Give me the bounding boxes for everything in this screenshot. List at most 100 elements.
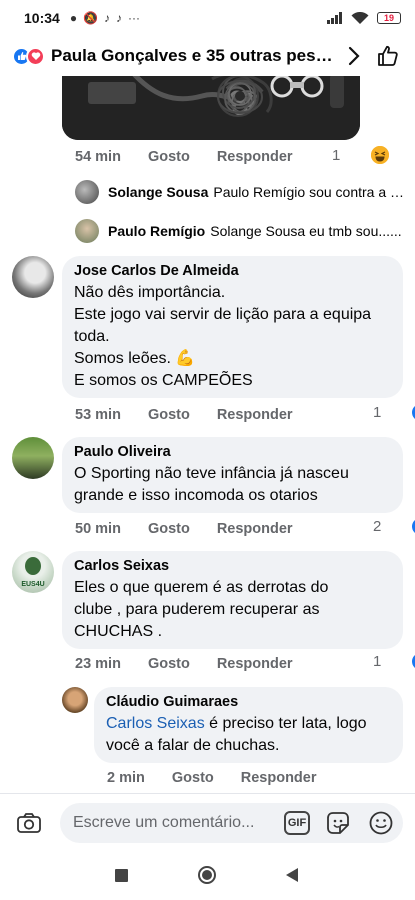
comment-line: Este jogo vai servir de lição para a equ… xyxy=(74,306,372,323)
sticker-icon[interactable] xyxy=(325,810,351,836)
mention-link[interactable]: Carlos Seixas xyxy=(106,715,205,732)
comment-bubble[interactable]: Paulo Oliveira O Sporting não teve infân… xyxy=(62,437,403,513)
comment-time: 54 min xyxy=(75,149,121,165)
signal-icon xyxy=(327,12,342,24)
comment-line: clube , para puderem recuperar as xyxy=(74,601,320,618)
notification-icons: ● 🔕 ♪ ♪ ··· xyxy=(70,11,140,25)
back-icon[interactable] xyxy=(285,867,299,883)
comment-text: Não dês importância. Este jogo vai servi… xyxy=(74,282,391,392)
reactions-header[interactable]: Paula Gonçalves e 35 outras pesso... xyxy=(0,36,415,76)
comment-author[interactable]: Jose Carlos De Almeida xyxy=(74,263,391,279)
top-comment-actions: 54 min Gosto Responder 1 xyxy=(75,146,390,168)
comment-author[interactable]: Paulo Oliveira xyxy=(74,444,391,460)
comment-line: toda. xyxy=(74,328,110,345)
comment-composer: GIF xyxy=(0,800,415,846)
collapsed-reply[interactable]: Solange Sousa Paulo Remígio sou contra a… xyxy=(75,180,405,204)
comment-actions: 53 min Gosto Responder 1 xyxy=(75,404,415,426)
comment-line: O Sporting não teve infância já nasceu xyxy=(74,465,349,482)
like-action[interactable]: Gosto xyxy=(148,407,190,423)
battery-icon: 19 xyxy=(377,12,401,24)
comment-line: Somos leões. 💪 xyxy=(74,350,196,367)
comment-text: O Sporting não teve infância já nasceu g… xyxy=(74,463,391,507)
love-reaction-icon xyxy=(26,46,45,66)
reply-actions: 2 min Gosto Responder xyxy=(107,767,405,789)
android-nav-bar xyxy=(0,850,415,900)
comment-input[interactable] xyxy=(73,814,281,832)
chevron-right-icon[interactable] xyxy=(345,44,363,68)
comment-box[interactable]: GIF xyxy=(60,803,403,843)
avatar[interactable] xyxy=(12,437,54,479)
gif-button[interactable]: GIF xyxy=(284,811,310,835)
reply-action[interactable]: Responder xyxy=(217,149,293,165)
reaction-count[interactable]: 1 xyxy=(373,404,415,421)
avatar[interactable] xyxy=(75,219,99,243)
reaction-count-value: 1 xyxy=(373,404,382,421)
avatar-text: EUS4U xyxy=(21,581,45,588)
status-bar: 10:34 ● 🔕 ♪ ♪ ··· 19 xyxy=(0,0,415,36)
avatar[interactable] xyxy=(62,687,88,713)
reply-preview[interactable]: Paulo Remígio sou contra a v... xyxy=(213,184,405,200)
silent-icon: 🔕 xyxy=(83,11,99,25)
like-action[interactable]: Gosto xyxy=(172,770,214,786)
collapsed-reply[interactable]: Paulo Remígio Solange Sousa eu tmb sou..… xyxy=(75,219,405,243)
reaction-count-value: 2 xyxy=(373,518,382,535)
comment-time: 2 min xyxy=(107,770,145,786)
reply-action[interactable]: Responder xyxy=(217,407,293,423)
comment-text: Eles o que querem é as derrotas do clube… xyxy=(74,577,391,643)
composer-divider xyxy=(0,793,415,794)
reply-line: você a falar de chuchas. xyxy=(106,737,280,754)
reply-action[interactable]: Responder xyxy=(241,770,317,786)
comment-author[interactable]: Carlos Seixas xyxy=(74,558,391,574)
like-action[interactable]: Gosto xyxy=(148,521,190,537)
status-time: 10:34 xyxy=(24,10,60,26)
avatar[interactable] xyxy=(75,180,99,204)
haha-icon xyxy=(371,146,390,164)
reaction-count-value: 1 xyxy=(332,146,341,164)
reaction-icons xyxy=(12,46,45,66)
reply-line: Carlos Seixas é preciso ter lata, logo xyxy=(106,713,391,735)
wifi-icon xyxy=(351,11,369,24)
camera-icon[interactable] xyxy=(16,810,42,836)
status-right: 19 xyxy=(327,11,401,25)
comment-bubble[interactable]: Jose Carlos De Almeida Não dês importânc… xyxy=(62,256,403,398)
more-notifications-icon: ··· xyxy=(128,11,141,25)
reply-bubble[interactable]: Cláudio Guimaraes Carlos Seixas é precis… xyxy=(94,687,403,763)
tiktok-icon-2: ♪ xyxy=(116,11,123,25)
reply-action[interactable]: Responder xyxy=(217,656,293,672)
reply-text: Carlos Seixas é preciso ter lata, logo v… xyxy=(106,713,391,757)
emoji-icon[interactable] xyxy=(368,810,394,836)
reply-author[interactable]: Paulo Remígio xyxy=(108,223,205,239)
avatar[interactable]: EUS4U xyxy=(12,551,54,593)
comment-time: 23 min xyxy=(75,656,121,672)
reactors-title[interactable]: Paula Gonçalves e 35 outras pesso... xyxy=(51,46,337,66)
comment-time: 50 min xyxy=(75,521,121,537)
avatar[interactable] xyxy=(12,256,54,298)
like-action[interactable]: Gosto xyxy=(148,656,190,672)
recent-apps-icon[interactable] xyxy=(115,869,128,882)
battery-level: 19 xyxy=(383,13,394,23)
avatar-figure xyxy=(25,557,41,575)
reaction-count[interactable]: 1 xyxy=(373,653,415,670)
tiktok-icon: ♪ xyxy=(104,11,111,25)
reaction-count[interactable]: 1 xyxy=(332,146,415,164)
home-icon[interactable] xyxy=(198,866,216,884)
like-button-icon[interactable] xyxy=(375,43,401,69)
comment-line: CHUCHAS . xyxy=(74,623,163,640)
reply-line-rest: é preciso ter lata, logo xyxy=(204,715,367,732)
comment-line: grande e isso incomoda os otarios xyxy=(74,487,318,504)
reaction-count[interactable]: 2 xyxy=(373,518,415,535)
notification-dot-icon: ● xyxy=(69,11,78,25)
comment-actions: 50 min Gosto Responder 2 xyxy=(75,518,415,540)
reply-author[interactable]: Solange Sousa xyxy=(108,184,208,200)
reply-preview[interactable]: Solange Sousa eu tmb sou...... xyxy=(210,223,401,239)
like-action[interactable]: Gosto xyxy=(148,149,190,165)
reaction-count-value: 1 xyxy=(373,653,382,670)
comment-actions: 23 min Gosto Responder 1 xyxy=(75,653,415,675)
reply-action[interactable]: Responder xyxy=(217,521,293,537)
comment-line: Não dês importância. xyxy=(74,284,226,301)
comment-line: E somos os CAMPEÕES xyxy=(74,372,253,389)
reply-author[interactable]: Cláudio Guimaraes xyxy=(106,694,391,710)
comment-bubble[interactable]: Carlos Seixas Eles o que querem é as der… xyxy=(62,551,403,649)
comment-time: 53 min xyxy=(75,407,121,423)
comment-line: Eles o que querem é as derrotas do xyxy=(74,579,329,596)
